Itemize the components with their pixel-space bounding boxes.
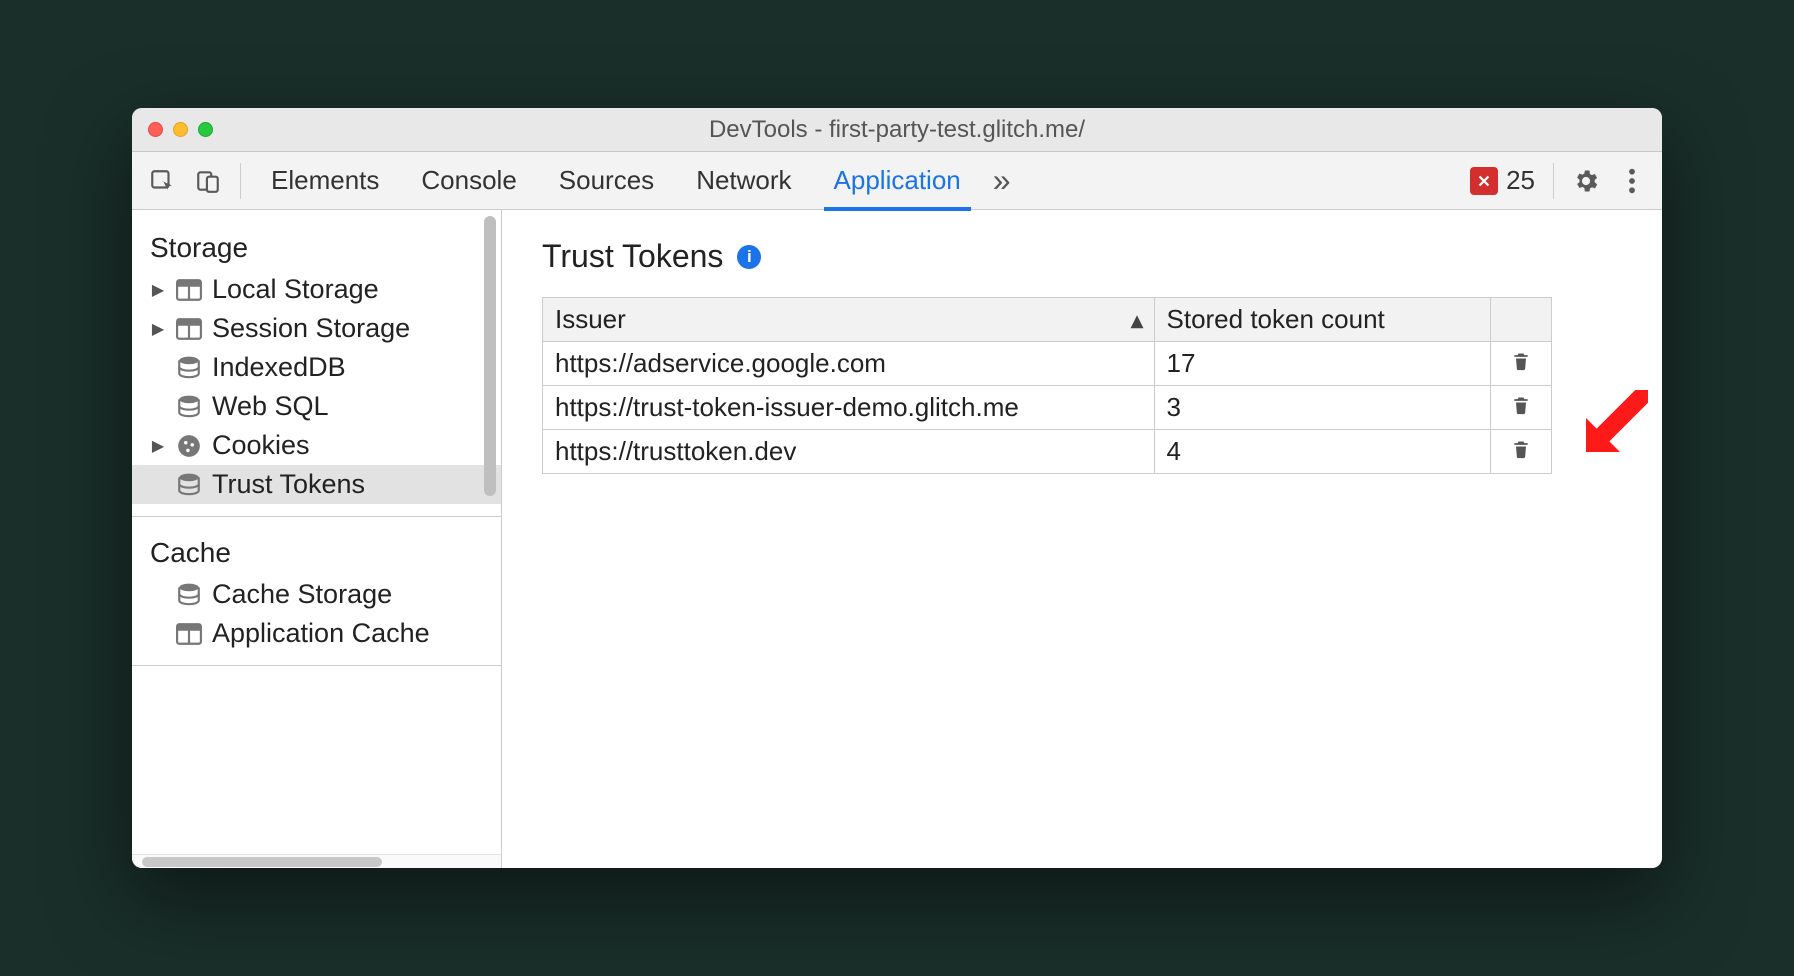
cell-issuer: https://adservice.google.com (543, 342, 1155, 386)
disclosure-triangle-icon[interactable]: ▶ (150, 319, 166, 339)
cell-count: 4 (1154, 430, 1490, 474)
column-header-issuer[interactable]: Issuer ▴ (543, 298, 1155, 342)
tab-elements[interactable]: Elements (253, 152, 397, 210)
sidebar-item-websql[interactable]: ▶ Web SQL (132, 387, 501, 426)
window-zoom-button[interactable] (198, 122, 213, 137)
separator (1553, 163, 1554, 199)
cell-count: 3 (1154, 386, 1490, 430)
sidebar-group-storage: Storage (132, 224, 501, 270)
tabs-overflow-icon[interactable]: » (985, 152, 1019, 210)
issues-badge[interactable]: 25 (1470, 165, 1535, 196)
traffic-lights (148, 122, 213, 137)
cell-count: 17 (1154, 342, 1490, 386)
panel-heading: Trust Tokens i (542, 238, 1622, 275)
sidebar-item-label: IndexedDB (212, 352, 346, 383)
sidebar-item-session-storage[interactable]: ▶ Session Storage (132, 309, 501, 348)
sidebar-item-label: Trust Tokens (212, 469, 365, 500)
titlebar: DevTools - first-party-test.glitch.me/ (132, 108, 1662, 152)
sidebar-item-label: Session Storage (212, 313, 410, 344)
column-header-count[interactable]: Stored token count (1154, 298, 1490, 342)
window-close-button[interactable] (148, 122, 163, 137)
annotation-arrow-icon (1578, 390, 1648, 460)
delete-trash-icon[interactable] (1511, 436, 1531, 466)
devtools-toolbar: Elements Console Sources Network Applica… (132, 152, 1662, 210)
separator (132, 665, 501, 666)
issues-error-icon (1470, 167, 1498, 195)
tab-network[interactable]: Network (678, 152, 809, 210)
device-toolbar-icon[interactable] (188, 161, 228, 201)
sidebar-item-label: Cookies (212, 430, 310, 461)
separator (240, 163, 241, 199)
tab-console[interactable]: Console (403, 152, 534, 210)
sidebar-item-cache-storage[interactable]: ▶ Cache Storage (132, 575, 501, 614)
delete-trash-icon[interactable] (1511, 348, 1531, 378)
window-minimize-button[interactable] (173, 122, 188, 137)
table-row[interactable]: https://adservice.google.com 17 (543, 342, 1552, 386)
sidebar-item-label: Application Cache (212, 618, 430, 649)
trust-tokens-panel: Trust Tokens i Issuer ▴ Stored token cou… (502, 210, 1662, 868)
sidebar-item-trust-tokens[interactable]: ▶ Trust Tokens (132, 465, 501, 504)
sidebar-item-label: Cache Storage (212, 579, 392, 610)
devtools-body: Storage ▶ Local Storage ▶ Session Storag… (132, 210, 1662, 868)
sidebar-vertical-scrollbar[interactable] (484, 216, 496, 496)
info-icon[interactable]: i (737, 245, 761, 269)
sidebar-item-label: Local Storage (212, 274, 379, 305)
panel-heading-text: Trust Tokens (542, 238, 723, 275)
sidebar-item-label: Web SQL (212, 391, 329, 422)
more-menu-icon[interactable] (1612, 161, 1652, 201)
disclosure-triangle-icon[interactable]: ▶ (150, 436, 166, 456)
inspect-element-icon[interactable] (142, 161, 182, 201)
sidebar-item-indexeddb[interactable]: ▶ IndexedDB (132, 348, 501, 387)
sidebar-horizontal-scrollbar[interactable] (132, 854, 501, 868)
sidebar-item-local-storage[interactable]: ▶ Local Storage (132, 270, 501, 309)
issues-count: 25 (1506, 165, 1535, 196)
separator (132, 516, 501, 517)
application-sidebar: Storage ▶ Local Storage ▶ Session Storag… (132, 210, 502, 868)
column-header-actions (1490, 298, 1551, 342)
disclosure-triangle-icon[interactable]: ▶ (150, 280, 166, 300)
sort-ascending-icon: ▴ (1130, 304, 1143, 335)
sidebar-item-application-cache[interactable]: ▶ Application Cache (132, 614, 501, 653)
sidebar-item-cookies[interactable]: ▶ Cookies (132, 426, 501, 465)
delete-trash-icon[interactable] (1511, 392, 1531, 422)
settings-gear-icon[interactable] (1566, 161, 1606, 201)
window-title: DevTools - first-party-test.glitch.me/ (132, 116, 1662, 144)
trust-tokens-table: Issuer ▴ Stored token count https://adse… (542, 297, 1552, 474)
tab-sources[interactable]: Sources (541, 152, 672, 210)
table-row[interactable]: https://trusttoken.dev 4 (543, 430, 1552, 474)
sidebar-group-cache: Cache (132, 529, 501, 575)
cell-issuer: https://trusttoken.dev (543, 430, 1155, 474)
devtools-window: DevTools - first-party-test.glitch.me/ E… (132, 108, 1662, 868)
cell-issuer: https://trust-token-issuer-demo.glitch.m… (543, 386, 1155, 430)
tab-application[interactable]: Application (816, 152, 979, 210)
table-row[interactable]: https://trust-token-issuer-demo.glitch.m… (543, 386, 1552, 430)
